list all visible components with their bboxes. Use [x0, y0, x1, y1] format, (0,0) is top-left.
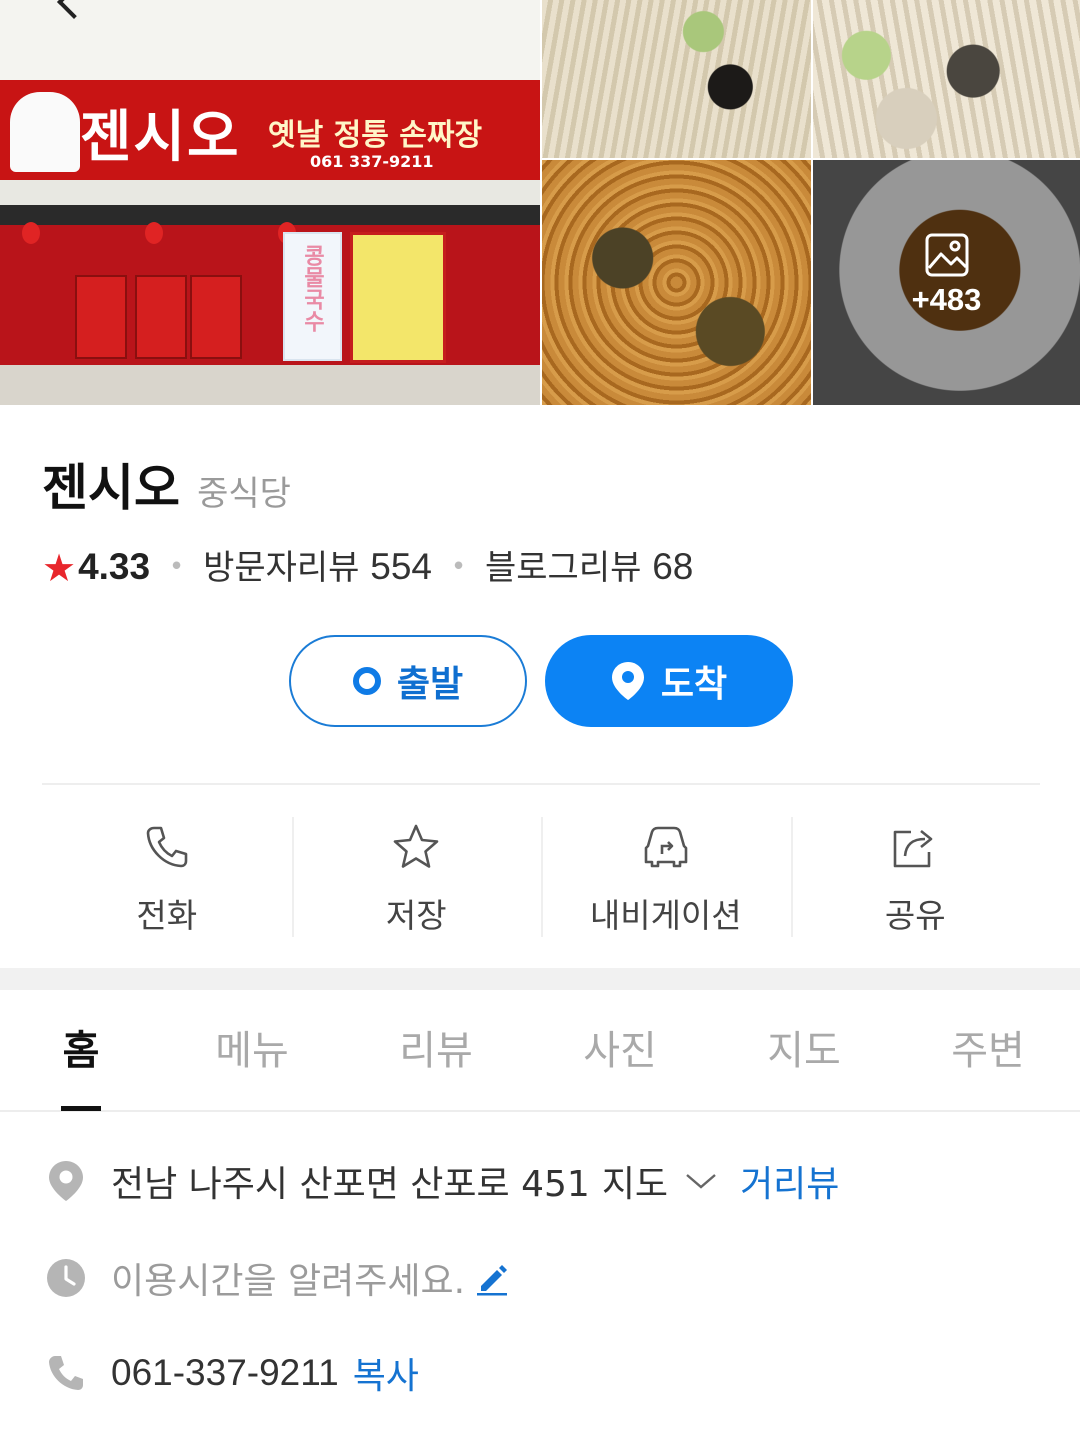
call-action[interactable]: 전화 — [42, 815, 292, 940]
call-label: 전화 — [136, 896, 198, 935]
more-photos-count: +483 — [911, 282, 982, 317]
food-photo-more[interactable]: +483 — [813, 160, 1080, 405]
navigation-label: 내비게이션 — [589, 896, 742, 935]
hours-prompt[interactable]: 이용시간을 알려주세요. — [111, 1252, 465, 1304]
tab-review[interactable]: 리뷰 — [399, 1018, 473, 1076]
storefront-sign-phone: 061 337-9211 — [310, 152, 434, 171]
rating-summary: ★4.33 • 방문자리뷰 554 • 블로그리뷰 68 — [42, 540, 693, 590]
place-category: 중식당 — [197, 474, 291, 514]
tab-bar: 홈 메뉴 리뷰 사진 지도 주변 — [0, 990, 1080, 1110]
address-text: 전남 나주시 산포면 산포로 451 — [111, 1164, 590, 1205]
menu-board — [350, 232, 446, 363]
route-start-button[interactable]: 출발 — [289, 635, 527, 727]
car-navigation-icon — [644, 826, 688, 868]
share-action[interactable]: 공유 — [790, 815, 1041, 940]
origin-dot-icon — [352, 667, 381, 695]
tab-menu[interactable]: 메뉴 — [215, 1018, 289, 1076]
save-label: 저장 — [385, 896, 447, 935]
star-icon: ★ — [42, 546, 77, 590]
divider — [42, 783, 1040, 785]
active-tab-indicator — [61, 1106, 101, 1111]
navigation-action[interactable]: 내비게이션 — [541, 815, 791, 940]
storefront-door — [135, 275, 187, 359]
map-toggle[interactable]: 지도 — [590, 1155, 718, 1207]
tab-photo[interactable]: 사진 — [583, 1018, 657, 1076]
place-name: 젠시오 — [42, 459, 180, 517]
storefront-sign-subtitle: 옛날 정통 손짜장 — [268, 118, 483, 153]
route-start-label: 출발 — [396, 664, 464, 705]
hours-row: 이용시간을 알려주세요. — [45, 1252, 509, 1304]
more-photos[interactable]: +483 — [813, 232, 1080, 318]
storefront-sign-text: 젠시오 — [80, 104, 241, 170]
photo-gallery[interactable]: 젠시오 옛날 정통 손짜장 061 337-9211 콩물국수 +483 — [0, 0, 1080, 405]
star-outline-icon — [393, 824, 439, 868]
food-photo-seafood[interactable] — [813, 0, 1080, 158]
share-label: 공유 — [884, 896, 946, 935]
address-row: 전남 나주시 산포면 산포로 451 지도 거리뷰 — [45, 1155, 839, 1207]
clock-icon — [47, 1259, 85, 1297]
lantern-icon — [22, 222, 40, 244]
banner-text: 콩물국수 — [299, 244, 326, 332]
location-pin-icon — [611, 662, 644, 700]
action-bar: 전화 저장 내비게이션 공유 — [42, 815, 1040, 940]
visitor-reviews-count: 554 — [370, 546, 433, 587]
chef-figure — [10, 92, 80, 172]
route-arrive-button[interactable]: 도착 — [545, 635, 793, 727]
blog-reviews-count: 68 — [652, 546, 694, 587]
food-photo-fried-rice[interactable] — [542, 160, 811, 405]
food-photo-noodles[interactable] — [542, 0, 811, 158]
tab-bar-divider — [0, 1110, 1080, 1112]
route-arrive-label: 도착 — [660, 664, 728, 705]
blog-reviews-link[interactable]: 블로그리뷰 68 — [484, 546, 694, 588]
blog-reviews-label: 블로그리뷰 — [484, 548, 642, 588]
map-label: 지도 — [601, 1164, 669, 1205]
tab-map[interactable]: 지도 — [767, 1018, 841, 1076]
storefront-door — [75, 275, 127, 359]
save-action[interactable]: 저장 — [291, 815, 542, 940]
phone-row: 061-337-9211 복사 — [45, 1347, 419, 1399]
image-icon — [925, 233, 968, 277]
separator-dot: • — [450, 552, 467, 582]
rating-score: 4.33 — [78, 546, 151, 587]
street-view-link[interactable]: 거리뷰 — [740, 1155, 839, 1207]
phone-number[interactable]: 061-337-9211 — [111, 1352, 339, 1394]
phone-icon — [49, 1356, 83, 1390]
chevron-down-icon — [686, 1174, 716, 1189]
storefront-photo[interactable]: 젠시오 옛날 정통 손짜장 061 337-9211 콩물국수 — [0, 0, 540, 405]
visitor-reviews-label: 방문자리뷰 — [203, 548, 360, 588]
copy-phone-link[interactable]: 복사 — [353, 1347, 419, 1399]
separator-dot: • — [168, 552, 185, 582]
hanging-banner: 콩물국수 — [283, 232, 342, 361]
section-separator — [0, 968, 1080, 990]
visitor-reviews-link[interactable]: 방문자리뷰 554 — [203, 546, 433, 588]
edit-pencil-icon[interactable] — [475, 1260, 509, 1296]
phone-icon — [146, 826, 188, 868]
location-pin-icon — [49, 1161, 83, 1201]
storefront-door — [190, 275, 242, 359]
share-icon — [893, 829, 933, 868]
lantern-icon — [145, 222, 163, 244]
tab-nearby[interactable]: 주변 — [951, 1018, 1025, 1076]
tab-home[interactable]: 홈 — [63, 1018, 100, 1076]
place-header: 젠시오 중식당 — [42, 448, 291, 520]
